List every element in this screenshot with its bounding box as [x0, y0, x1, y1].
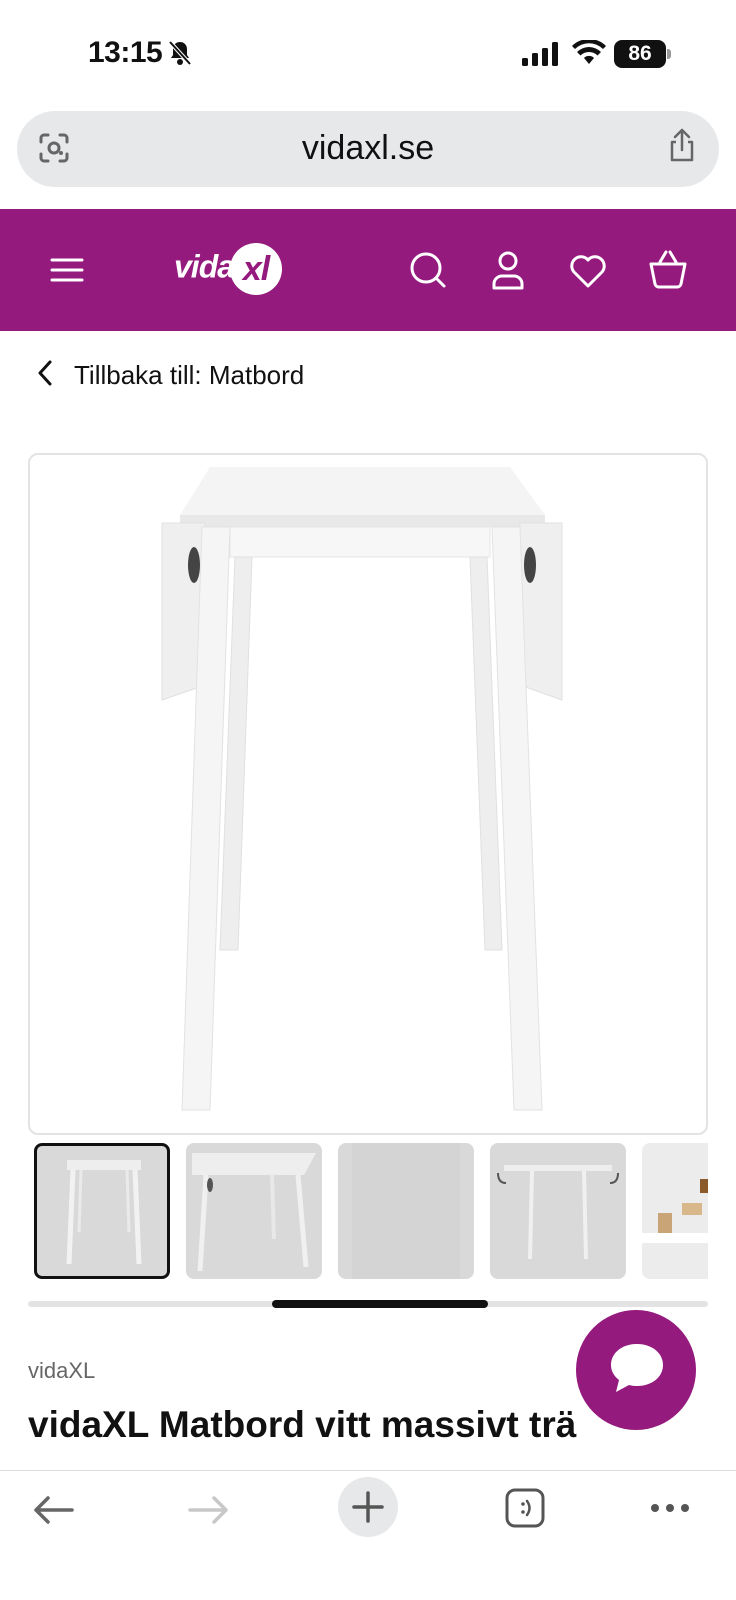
product-title: vidaXL Matbord vitt massivt trä — [28, 1404, 577, 1445]
wifi-icon — [572, 38, 606, 71]
url-text[interactable]: vidaxl.se — [17, 129, 719, 168]
plus-icon — [352, 1491, 384, 1528]
basket-icon[interactable] — [648, 246, 688, 299]
back-link-label: Tillbaka till: Matbord — [74, 359, 305, 390]
site-header: vida xl — [0, 209, 736, 331]
thumbnail-3[interactable] — [338, 1143, 474, 1279]
thumbnail-1[interactable] — [34, 1143, 170, 1279]
share-icon[interactable] — [667, 127, 697, 168]
product-main-image[interactable] — [28, 453, 708, 1135]
search-icon[interactable] — [408, 246, 448, 299]
drop-leaf-table-illustration — [161, 467, 563, 1111]
heart-icon[interactable] — [568, 246, 608, 299]
cellular-signal-icon — [522, 42, 560, 71]
back-to-category-link[interactable]: Tillbaka till: Matbord — [36, 355, 304, 395]
logo-text: vida — [174, 248, 235, 285]
back-arrow-icon[interactable] — [32, 1495, 74, 1530]
browser-toolbar — [0, 1470, 736, 1600]
thumbnail-2[interactable] — [186, 1143, 322, 1279]
thumbnail-carousel[interactable] — [34, 1143, 708, 1281]
thumbnail-4[interactable] — [490, 1143, 626, 1279]
account-icon[interactable] — [490, 246, 526, 299]
chevron-left-icon — [36, 358, 54, 393]
more-icon[interactable] — [650, 1501, 690, 1519]
tabs-icon[interactable] — [504, 1487, 546, 1534]
vidaxl-logo[interactable]: vida xl — [174, 243, 283, 295]
battery-level: 86 — [614, 40, 666, 68]
chat-icon — [606, 1338, 668, 1405]
address-bar[interactable]: vidaxl.se — [17, 111, 719, 187]
status-bar: 13:15 86 — [0, 0, 736, 100]
battery-cap — [667, 49, 671, 59]
status-time: 13:15 — [88, 36, 163, 69]
new-tab-button[interactable] — [338, 1477, 398, 1537]
carousel-scroll-indicator[interactable] — [272, 1300, 488, 1308]
product-brand[interactable]: vidaXL — [28, 1358, 95, 1384]
forward-arrow-icon[interactable] — [188, 1495, 230, 1530]
logo-xl-badge: xl — [230, 243, 283, 295]
menu-icon[interactable] — [50, 246, 84, 299]
thumbnail-5[interactable] — [642, 1143, 708, 1279]
silent-bell-icon — [168, 40, 192, 71]
chat-button[interactable] — [576, 1310, 696, 1430]
